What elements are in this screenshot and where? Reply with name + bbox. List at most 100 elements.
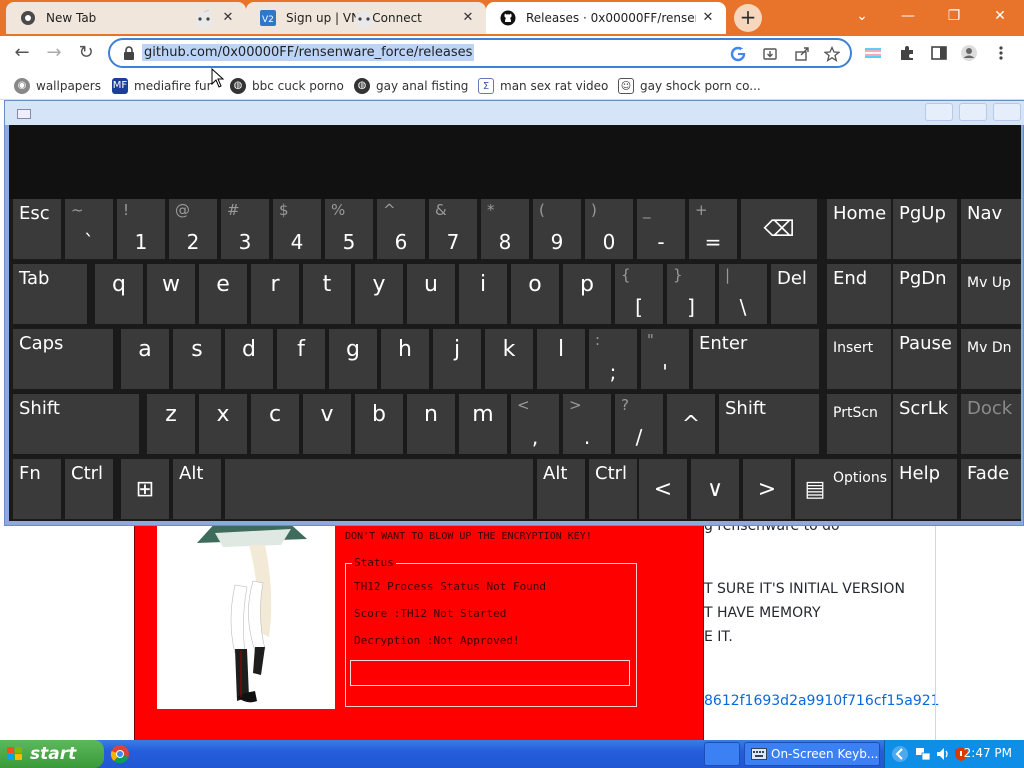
bookmark-shock[interactable]: ☺ gay shock porn co... bbox=[618, 76, 761, 96]
key-left-arrow[interactable]: < bbox=[639, 459, 687, 519]
arrow-left-circle-icon[interactable] bbox=[891, 745, 909, 763]
key-right-bracket[interactable]: }] bbox=[667, 264, 715, 324]
key-equals[interactable]: + = bbox=[689, 199, 737, 259]
key-home[interactable]: Home bbox=[827, 199, 891, 259]
key-down-arrow[interactable]: ∨ bbox=[691, 459, 739, 519]
key-end[interactable]: End bbox=[827, 264, 891, 324]
key-period[interactable]: >. bbox=[563, 394, 611, 454]
key-backspace[interactable]: ⌫ bbox=[741, 199, 817, 259]
key-q[interactable]: q bbox=[95, 264, 143, 324]
key-dock[interactable]: Dock bbox=[961, 394, 1021, 454]
close-tab-icon[interactable]: ✕ bbox=[700, 10, 716, 26]
restore-icon[interactable]: ❐ bbox=[934, 4, 974, 28]
key-caps-lock[interactable]: Caps bbox=[13, 329, 113, 389]
key-o[interactable]: o bbox=[511, 264, 559, 324]
key-left-bracket[interactable]: {[ bbox=[615, 264, 663, 324]
minimize-icon[interactable]: — bbox=[888, 4, 928, 28]
bookmark-rat-video[interactable]: Σ man sex rat video bbox=[478, 76, 608, 96]
key-shift[interactable]: Shift bbox=[719, 394, 819, 454]
taskbar-on-screen-keyboard[interactable]: On-Screen Keyb... bbox=[744, 742, 880, 766]
key-x[interactable]: x bbox=[199, 394, 247, 454]
new-tab-button[interactable]: + bbox=[734, 4, 762, 32]
key-j[interactable]: j bbox=[433, 329, 481, 389]
key-z[interactable]: z bbox=[147, 394, 195, 454]
key-space[interactable] bbox=[225, 459, 533, 519]
key-e[interactable]: e bbox=[199, 264, 247, 324]
share-icon[interactable] bbox=[794, 46, 810, 62]
key-windows[interactable]: ⊞ bbox=[121, 459, 169, 519]
chrome-icon[interactable] bbox=[110, 744, 130, 764]
osk-title-bar[interactable] bbox=[5, 101, 1024, 125]
key-m[interactable]: m bbox=[459, 394, 507, 454]
key-c[interactable]: c bbox=[251, 394, 299, 454]
key-backslash[interactable]: | \ bbox=[719, 264, 767, 324]
key-comma[interactable]: <, bbox=[511, 394, 559, 454]
key-mv-up[interactable]: Mv Up bbox=[961, 264, 1021, 324]
key-r[interactable]: r bbox=[251, 264, 299, 324]
key-tab[interactable]: Tab bbox=[13, 264, 87, 324]
back-button[interactable]: ← bbox=[8, 40, 36, 66]
key-6[interactable]: ^ 6 bbox=[377, 199, 425, 259]
key-ctrl[interactable]: Ctrl bbox=[589, 459, 637, 519]
commit-hash-link[interactable]: 8612f1693d2a9910f716cf15a921 bbox=[704, 693, 940, 709]
lock-icon[interactable] bbox=[122, 46, 136, 60]
key-delete[interactable]: Del bbox=[771, 264, 817, 324]
tab-search-icon[interactable]: ⌄ bbox=[842, 4, 882, 28]
key-help[interactable]: Help bbox=[893, 459, 957, 519]
key-4[interactable]: $4 bbox=[273, 199, 321, 259]
key-g[interactable]: g bbox=[329, 329, 377, 389]
key-n[interactable]: n bbox=[407, 394, 455, 454]
network-icon[interactable] bbox=[915, 746, 931, 762]
menu-icon[interactable] bbox=[992, 44, 1010, 62]
key-w[interactable]: w bbox=[147, 264, 195, 324]
key-h[interactable]: h bbox=[381, 329, 429, 389]
close-window-icon[interactable]: ✕ bbox=[980, 4, 1020, 28]
osk-maximize-button[interactable] bbox=[959, 103, 987, 121]
star-icon[interactable] bbox=[824, 46, 840, 62]
key-nav[interactable]: Nav bbox=[961, 199, 1021, 259]
key-b[interactable]: b bbox=[355, 394, 403, 454]
key-t[interactable]: t bbox=[303, 264, 351, 324]
key-7[interactable]: & 7 bbox=[429, 199, 477, 259]
key-p[interactable]: p bbox=[563, 264, 611, 324]
key-enter[interactable]: Enter bbox=[693, 329, 819, 389]
key-pgup[interactable]: PgUp bbox=[893, 199, 957, 259]
key-8[interactable]: * 8 bbox=[481, 199, 529, 259]
volume-icon[interactable] bbox=[935, 746, 951, 762]
key-options[interactable]: Options bbox=[827, 459, 891, 519]
start-button[interactable]: start bbox=[0, 740, 104, 768]
tab-new-tab[interactable]: New Tab ✕ bbox=[6, 2, 246, 34]
key-up-arrow[interactable]: ^ bbox=[667, 394, 715, 454]
key-backtick[interactable]: ~ ` bbox=[65, 199, 113, 259]
osk-minimize-button[interactable] bbox=[925, 103, 953, 121]
key-f[interactable]: f bbox=[277, 329, 325, 389]
key-0[interactable]: ) 0 bbox=[585, 199, 633, 259]
extensions-icon[interactable] bbox=[898, 44, 916, 62]
key-alt[interactable]: Alt bbox=[537, 459, 585, 519]
key-9[interactable]: (9 bbox=[533, 199, 581, 259]
install-icon[interactable] bbox=[762, 46, 778, 62]
key-u[interactable]: u bbox=[407, 264, 455, 324]
taskbar-clock[interactable]: 2:47 PM bbox=[964, 746, 1012, 760]
key-semicolon[interactable]: :; bbox=[589, 329, 637, 389]
key-5[interactable]: % 5 bbox=[325, 199, 373, 259]
key-insert[interactable]: Insert bbox=[827, 329, 891, 389]
bookmark-mediafire[interactable]: MF mediafire fur bbox=[112, 76, 212, 96]
key-v[interactable]: v bbox=[303, 394, 351, 454]
key-esc[interactable]: Esc bbox=[13, 199, 61, 259]
bookmark-fisting[interactable]: ◍ gay anal fisting bbox=[354, 76, 468, 96]
google-icon[interactable] bbox=[730, 46, 746, 62]
key-1[interactable]: ! 1 bbox=[117, 199, 165, 259]
bookmark-wallpapers[interactable]: ◉ wallpapers bbox=[14, 76, 101, 96]
key-i[interactable]: i bbox=[459, 264, 507, 324]
key-shift[interactable]: Shift bbox=[13, 394, 139, 454]
key-y[interactable]: y bbox=[355, 264, 403, 324]
key-2[interactable]: @2 bbox=[169, 199, 217, 259]
bookmark-bbc[interactable]: ◍ bbc cuck porno bbox=[230, 76, 344, 96]
profile-flag-icon[interactable] bbox=[864, 44, 882, 62]
key-pgdn[interactable]: PgDn bbox=[893, 264, 957, 324]
forward-button[interactable]: → bbox=[40, 40, 68, 66]
key-right-arrow[interactable]: > bbox=[743, 459, 791, 519]
key-alt[interactable]: Alt bbox=[173, 459, 221, 519]
key-l[interactable]: l bbox=[537, 329, 585, 389]
